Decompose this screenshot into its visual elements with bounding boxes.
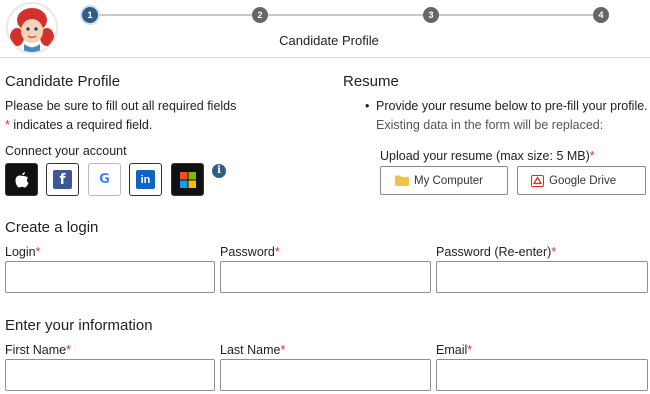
- brand-logo[interactable]: [6, 2, 58, 54]
- login-label-text: Login: [5, 245, 36, 259]
- password-label-text: Password: [220, 245, 275, 259]
- apple-connect-button[interactable]: [5, 163, 38, 196]
- google-drive-button[interactable]: Google Drive: [517, 166, 646, 195]
- resume-warning-text: Existing data in the form will be replac…: [376, 118, 604, 132]
- microsoft-icon: [180, 172, 196, 188]
- email-label: Email*: [436, 343, 472, 357]
- required-note-text: indicates a required field.: [9, 118, 153, 132]
- resume-heading: Resume: [343, 73, 399, 90]
- facebook-connect-button[interactable]: f: [46, 163, 79, 196]
- password-reenter-required-asterisk: *: [551, 245, 557, 259]
- upload-label-text: Upload your resume (max size: 5 MB): [380, 149, 590, 163]
- google-icon: G: [99, 172, 110, 187]
- login-input[interactable]: [5, 261, 215, 293]
- apple-icon: [15, 172, 29, 188]
- last-name-label: Last Name*: [220, 343, 285, 357]
- password-input[interactable]: [220, 261, 431, 293]
- profile-heading: Candidate Profile: [5, 73, 121, 90]
- progress-track: [90, 14, 602, 16]
- google-drive-label: Google Drive: [549, 174, 617, 187]
- linkedin-icon: in: [136, 170, 155, 189]
- first-name-input[interactable]: [5, 359, 215, 391]
- connect-account-label: Connect your account: [5, 144, 127, 158]
- first-name-label: First Name*: [5, 343, 71, 357]
- info-heading: Enter your information: [5, 317, 153, 334]
- required-note: * indicates a required field.: [5, 118, 152, 132]
- info-icon[interactable]: i: [212, 164, 226, 178]
- last-name-label-text: Last Name: [220, 343, 281, 357]
- password-label: Password*: [220, 245, 280, 259]
- google-connect-button[interactable]: G: [88, 163, 121, 196]
- login-required-asterisk: *: [35, 245, 41, 259]
- last-name-required-asterisk: *: [280, 343, 286, 357]
- step-1-indicator: 1: [82, 7, 98, 23]
- email-required-asterisk: *: [467, 343, 473, 357]
- step-4-indicator: 4: [593, 7, 609, 23]
- my-computer-button[interactable]: My Computer: [380, 166, 508, 195]
- my-computer-label: My Computer: [414, 174, 484, 187]
- first-name-required-asterisk: *: [66, 343, 71, 357]
- upload-required-asterisk: *: [589, 149, 595, 163]
- login-label: Login*: [5, 245, 40, 259]
- facebook-icon: f: [53, 170, 72, 189]
- password-reenter-label: Password (Re-enter)*: [436, 245, 556, 259]
- linkedin-connect-button[interactable]: in: [129, 163, 162, 196]
- password-reenter-label-text: Password (Re-enter): [436, 245, 552, 259]
- instructions-text: Please be sure to fill out all required …: [5, 99, 237, 113]
- step-title: Candidate Profile: [279, 33, 379, 48]
- google-drive-icon: [531, 174, 544, 187]
- folder-icon: [395, 175, 409, 186]
- resume-bullet-text: Provide your resume below to pre-fill yo…: [376, 99, 648, 113]
- microsoft-connect-button[interactable]: [171, 163, 204, 196]
- upload-label: Upload your resume (max size: 5 MB)*: [380, 149, 595, 163]
- step-3-indicator: 3: [423, 7, 439, 23]
- login-heading: Create a login: [5, 219, 99, 236]
- email-input[interactable]: [436, 359, 648, 391]
- password-required-asterisk: *: [274, 245, 280, 259]
- resume-bullet-dot: •: [365, 99, 370, 113]
- progress-header: 1 2 3 4 Candidate Profile: [0, 0, 650, 58]
- first-name-label-text: First Name: [5, 343, 67, 357]
- email-label-text: Email: [436, 343, 468, 357]
- last-name-input[interactable]: [220, 359, 431, 391]
- step-2-indicator: 2: [252, 7, 268, 23]
- password-reenter-input[interactable]: [436, 261, 648, 293]
